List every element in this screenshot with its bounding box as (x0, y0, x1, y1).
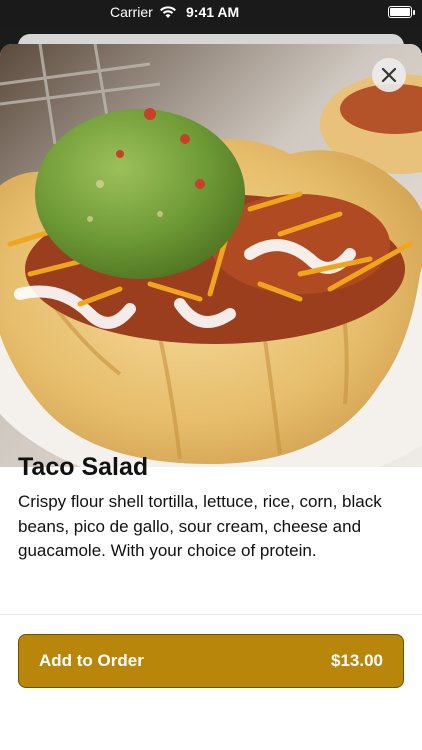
app-screen: Carrier 9:41 AM Taco Salad Crispy flour … (0, 0, 422, 750)
add-to-order-label: Add to Order (39, 651, 144, 670)
close-button[interactable] (372, 58, 406, 92)
divider (0, 614, 422, 615)
battery-icon (388, 6, 415, 18)
status-time: 9:41 AM (186, 4, 240, 20)
price-label: $13.00 (331, 651, 383, 670)
carrier-label: Carrier (110, 4, 153, 20)
add-to-order-button[interactable]: Add to Order $13.00 (18, 634, 404, 688)
carrier-group: Carrier (110, 4, 177, 20)
close-icon (381, 67, 397, 83)
product-description: Crispy flour shell tortilla, lettuce, ri… (18, 492, 382, 560)
product-details: Taco Salad Crispy flour shell tortilla, … (18, 450, 404, 564)
product-title: Taco Salad (18, 453, 149, 481)
product-image (0, 44, 422, 467)
status-bar: Carrier 9:41 AM (0, 0, 422, 28)
wifi-icon (159, 5, 177, 19)
product-detail-sheet: Taco Salad Crispy flour shell tortilla, … (0, 44, 422, 750)
